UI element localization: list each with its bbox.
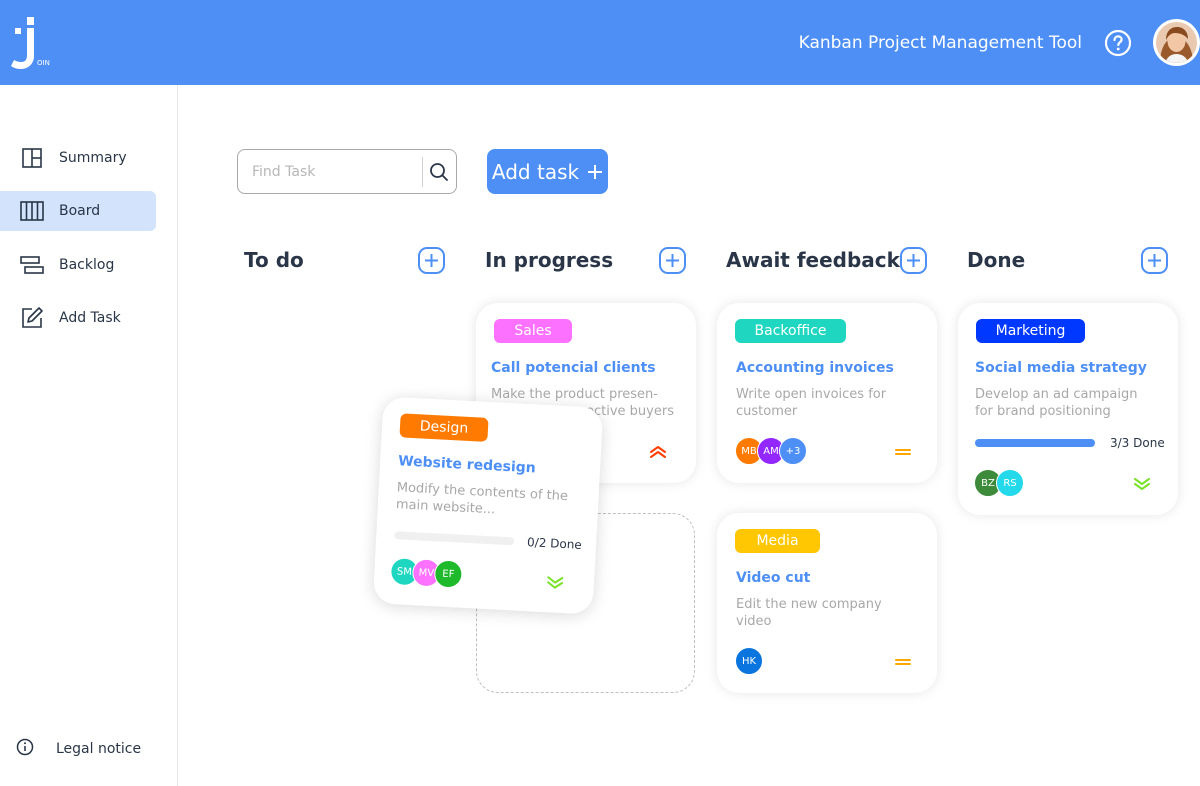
tag-label: Backoffice [754,323,827,339]
subtask-progress-bar [975,439,1095,447]
sidebar-item-summary[interactable]: Summary [0,138,156,178]
tag-label: Sales [514,323,552,339]
task-description: Edit the new company video [736,597,882,629]
search-icon [430,162,449,181]
user-avatar[interactable] [1153,19,1200,66]
subtask-progress-fill [975,439,1095,447]
app-header: OIN Kanban Project Management Tool [0,0,1200,85]
task-card-accounting-invoices[interactable]: Backoffice Accounting invoices Write ope… [717,303,937,483]
search-button[interactable] [423,150,456,193]
assignee-avatars: HK [735,647,763,675]
search-input[interactable] [252,156,422,187]
plus-square-icon [1141,247,1168,274]
task-description-line: Make the product presen- [491,387,658,402]
category-tag: Media [735,529,820,553]
assignee-avatars: SM MV EF [389,557,464,589]
tag-label: Design [419,418,469,437]
help-circle-icon[interactable] [1104,29,1132,57]
task-card-video-cut[interactable]: Media Video cut Edit the new company vid… [717,513,937,693]
sidebar-item-legal-notice[interactable]: Legal notice [16,738,141,760]
plus-square-icon [900,247,927,274]
category-tag: Sales [494,319,572,343]
sidebar-item-label: Board [59,203,101,219]
priority-urgent-icon [650,446,666,458]
column-add-in-progress-button[interactable] [659,247,686,274]
subtask-progress-text: 0/2 Done [526,535,583,552]
backlog-icon [19,252,45,278]
column-title-in-progress: In progress [485,248,614,272]
column-add-done-button[interactable] [1141,247,1168,274]
task-title: Accounting invoices [736,360,894,376]
priority-medium-icon [895,449,911,455]
task-description: Write open invoices for customer [736,387,887,419]
column-add-await-feedback-button[interactable] [900,247,927,274]
tag-label: Marketing [995,323,1066,339]
priority-low-icon [1134,478,1150,490]
search-box [237,149,457,194]
priority-low-icon [547,576,564,589]
sidebar-item-backlog[interactable]: Backlog [0,245,156,285]
info-icon [16,738,34,760]
assignee-avatars: BZ RS [974,469,1024,497]
add-task-label: Add task [491,159,580,184]
category-tag: Backoffice [735,319,846,343]
category-tag: Marketing [976,319,1085,343]
summary-icon [19,145,45,171]
priority-medium-icon [895,659,911,665]
plus-square-icon [418,247,445,274]
sidebar-item-label: Backlog [59,257,115,273]
subtask-progress-bar [394,531,515,546]
task-description: Develop an ad campaign for brand positio… [975,387,1138,419]
category-tag: Design [399,413,489,442]
logo-suffix: OIN [37,59,50,67]
tag-label: Media [756,533,799,549]
sidebar-item-label: Add Task [59,310,121,326]
column-title-done: Done [967,248,1026,272]
sidebar-item-add-task[interactable]: Add Task [0,298,156,338]
task-card-website-redesign[interactable]: Design Website redesign Modify the conte… [372,396,604,615]
column-add-todo-button[interactable] [418,247,445,274]
add-task-icon [19,305,45,331]
sidebar-item-label: Summary [59,150,127,166]
assignee-avatar: HK [735,647,763,675]
plus-square-icon [659,247,686,274]
assignee-avatar: RS [996,469,1024,497]
legal-notice-label: Legal notice [56,741,142,757]
task-title: Website redesign [397,453,537,477]
task-title: Social media strategy [975,360,1147,376]
task-title: Call potencial clients [491,360,656,376]
assignee-avatars: MB AM +3 [735,437,807,465]
plus-icon [588,164,603,179]
column-title-await-feedback: Await feedback [726,248,900,272]
subtask-progress-text: 3/3 Done [1110,436,1165,450]
sidebar: Summary Board Backlog Add Task Legal not… [0,85,178,786]
column-title-todo: To do [244,248,304,272]
assignee-avatar: EF [433,559,464,589]
task-description: Modify the contents of the main website.… [395,480,569,518]
join-logo[interactable]: OIN [8,14,54,70]
task-title: Video cut [736,570,811,586]
assignee-avatar-overflow: +3 [779,437,807,465]
app-title: Kanban Project Management Tool [798,33,1082,53]
board-icon [19,198,45,224]
sidebar-item-board[interactable]: Board [0,191,156,231]
task-card-social-media-strategy[interactable]: Marketing Social media strategy Develop … [958,303,1178,515]
add-task-button[interactable]: Add task [487,149,608,194]
